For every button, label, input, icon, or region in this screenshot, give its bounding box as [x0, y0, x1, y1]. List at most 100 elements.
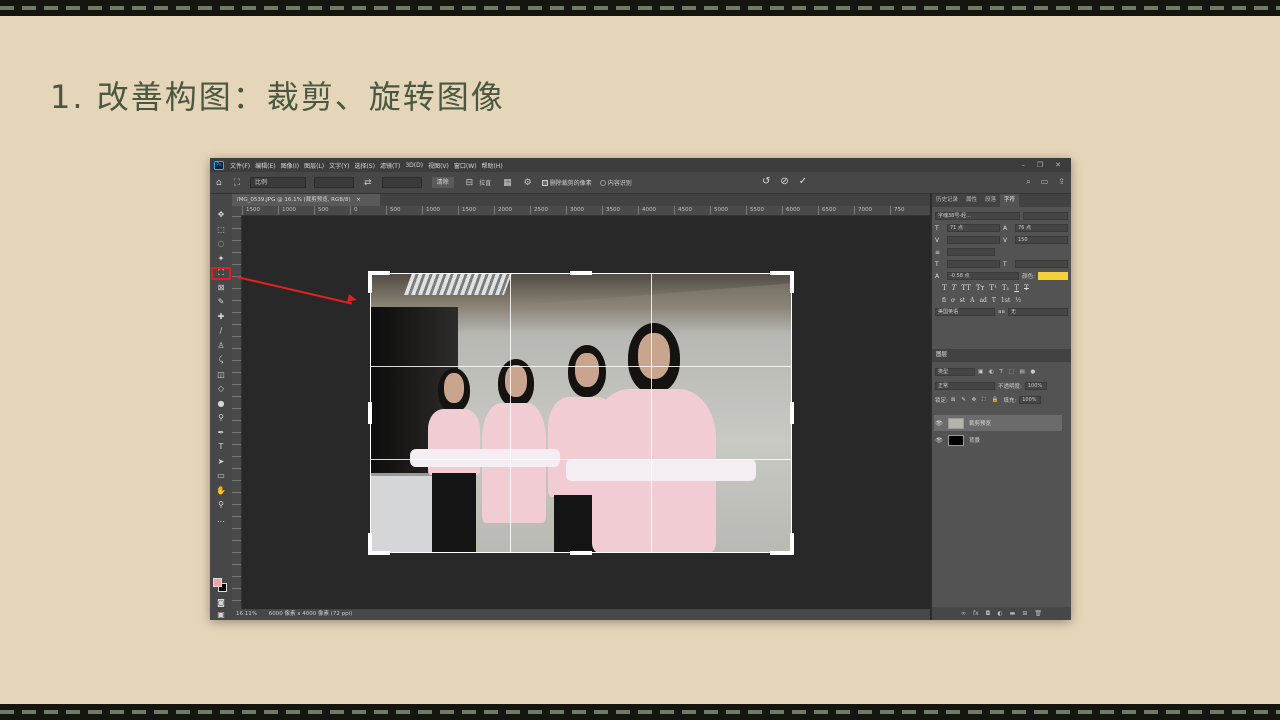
menu-3d[interactable]: 3D(D): [405, 162, 423, 169]
menu-image[interactable]: 图像(I): [281, 161, 299, 170]
half-icon[interactable]: ½: [1015, 297, 1021, 304]
height-field[interactable]: [381, 177, 422, 188]
scale-field[interactable]: [947, 248, 995, 256]
layer-row-background[interactable]: 👁 背景: [934, 432, 1062, 448]
horizontal-scale-field[interactable]: [1015, 260, 1068, 268]
fraction-icon[interactable]: 1st: [1001, 297, 1010, 304]
magic-wand-tool-icon[interactable]: ✦: [210, 252, 232, 267]
link-layers-icon[interactable]: ∞: [961, 607, 966, 620]
lock-icons[interactable]: ⊠ ✎ ✥ ⛶ 🔒: [951, 397, 1001, 404]
rectangle-tool-icon[interactable]: ▭: [210, 469, 232, 484]
opacity-field[interactable]: 100%: [1024, 382, 1047, 390]
antialias-select[interactable]: 无: [1007, 308, 1068, 316]
subscript-icon[interactable]: T₁: [1002, 284, 1009, 292]
ratio-select[interactable]: 比例: [250, 177, 307, 188]
menu-type[interactable]: 文字(Y): [329, 161, 349, 170]
close-tab-icon[interactable]: ×: [356, 197, 361, 203]
tab-paragraph[interactable]: 段落: [981, 194, 1000, 207]
zoom-level[interactable]: 16.11%: [236, 611, 257, 617]
crop-box[interactable]: [370, 273, 792, 553]
restore-icon[interactable]: ❐: [1037, 161, 1043, 169]
tab-history[interactable]: 历史记录: [932, 194, 962, 207]
lasso-tool-icon[interactable]: ◌: [210, 237, 232, 252]
blur-tool-icon[interactable]: ●: [210, 397, 232, 412]
foreground-color-swatch[interactable]: [213, 578, 222, 587]
blend-mode-select[interactable]: 正常: [935, 382, 995, 390]
width-field[interactable]: [314, 177, 355, 188]
crop-tool-preset-icon[interactable]: ⛶: [234, 178, 240, 188]
all-caps-icon[interactable]: TT: [961, 284, 970, 292]
crop-handle-left[interactable]: [368, 402, 372, 424]
marquee-tool-icon[interactable]: ⬚: [210, 223, 232, 238]
menu-view[interactable]: 视图(V): [428, 161, 449, 170]
horizontal-ruler[interactable]: 1500 1000 500 0 500 1000 1500 2000 2500 3000 3500 4…: [242, 206, 930, 216]
layer-kind-select[interactable]: 类型: [935, 368, 975, 376]
ordinal-icon[interactable]: T: [992, 297, 996, 304]
more-tools-icon[interactable]: …: [210, 513, 232, 528]
paint-bucket-icon[interactable]: ◇: [210, 382, 232, 397]
language-select[interactable]: 美国英语: [935, 308, 996, 316]
crop-handle-bottom-left-v[interactable]: [368, 533, 372, 555]
faux-italic-icon[interactable]: T: [952, 284, 957, 292]
history-brush-icon[interactable]: ⤹: [210, 353, 232, 368]
quick-mask-icon[interactable]: ◙: [210, 596, 232, 611]
new-layer-icon[interactable]: ⊞: [1022, 607, 1027, 620]
straighten-icon[interactable]: ⊟: [466, 178, 474, 188]
titling-icon[interactable]: ad: [979, 297, 986, 304]
share-icon[interactable]: ⇪: [1058, 177, 1065, 187]
close-icon[interactable]: ✕: [1055, 161, 1061, 169]
swash-icon[interactable]: st: [960, 297, 966, 304]
crop-handle-top[interactable]: [570, 271, 592, 275]
crop-tool-icon[interactable]: ⛶: [210, 266, 232, 281]
layer-row-crop-preview[interactable]: 👁 裁剪预览: [934, 415, 1062, 431]
menu-file[interactable]: 文件(F): [230, 161, 250, 170]
strikethrough-icon[interactable]: T: [1024, 284, 1029, 292]
leading-field[interactable]: 76 点: [1015, 224, 1068, 232]
eraser-tool-icon[interactable]: ◫: [210, 368, 232, 383]
visibility-eye-icon[interactable]: 👁: [934, 420, 944, 427]
clear-button[interactable]: 清除: [431, 177, 454, 188]
menu-layer[interactable]: 图层(L): [304, 161, 324, 170]
kerning-field[interactable]: [947, 236, 1000, 244]
visibility-eye-icon[interactable]: 👁: [934, 437, 944, 444]
baseline-field[interactable]: -0.58 点: [947, 272, 1020, 280]
oldstyle-icon[interactable]: ơ: [951, 297, 955, 304]
tracking-field[interactable]: 150: [1015, 236, 1068, 244]
fill-field[interactable]: 100%: [1019, 396, 1042, 404]
type-tool-icon[interactable]: T: [210, 440, 232, 455]
content-aware-checkbox[interactable]: 内容识别: [599, 178, 632, 187]
minimize-icon[interactable]: –: [1021, 161, 1025, 169]
move-tool-icon[interactable]: ✥: [210, 208, 232, 223]
filter-icons[interactable]: ▣ ◐ T ⬚ ▤ ●: [978, 369, 1037, 375]
path-select-icon[interactable]: ➤: [210, 455, 232, 470]
vertical-ruler[interactable]: [232, 216, 242, 609]
menu-help[interactable]: 帮助(H): [482, 161, 503, 170]
faux-bold-icon[interactable]: T: [942, 284, 947, 292]
cancel-icon[interactable]: ⊘: [780, 176, 788, 187]
crop-handle-top-right-v[interactable]: [790, 271, 794, 293]
tab-properties[interactable]: 属性: [962, 194, 981, 207]
stylistic-icon[interactable]: A: [970, 297, 974, 304]
canvas-area[interactable]: [242, 216, 930, 609]
eyedropper-tool-icon[interactable]: ✎: [210, 295, 232, 310]
menu-select[interactable]: 选择(S): [354, 161, 375, 170]
search-icon[interactable]: ⌕: [1026, 177, 1030, 187]
frame-tool-icon[interactable]: ⊠: [210, 281, 232, 296]
dodge-tool-icon[interactable]: ⚲: [210, 411, 232, 426]
swap-icon[interactable]: ⇄: [364, 178, 372, 188]
overlay-grid-icon[interactable]: ▦: [503, 178, 512, 188]
menu-filter[interactable]: 滤镜(T): [380, 161, 400, 170]
home-icon[interactable]: ⌂: [216, 178, 222, 188]
text-color-swatch[interactable]: [1038, 272, 1068, 280]
crop-handle-bottom[interactable]: [570, 551, 592, 555]
settings-gear-icon[interactable]: ⚙: [524, 178, 532, 188]
crop-handle-bottom-right-v[interactable]: [790, 533, 794, 555]
add-mask-icon[interactable]: ◘: [986, 607, 991, 620]
fx-icon[interactable]: fx: [973, 607, 979, 620]
zoom-tool-icon[interactable]: ⚲: [210, 498, 232, 513]
stamp-tool-icon[interactable]: ♙: [210, 339, 232, 354]
delete-cropped-checkbox[interactable]: 删除裁剪的像素: [541, 178, 592, 187]
menu-edit[interactable]: 编辑(E): [255, 161, 275, 170]
tab-character[interactable]: 字符: [1000, 194, 1020, 207]
straighten-label[interactable]: 拉直: [479, 178, 491, 187]
